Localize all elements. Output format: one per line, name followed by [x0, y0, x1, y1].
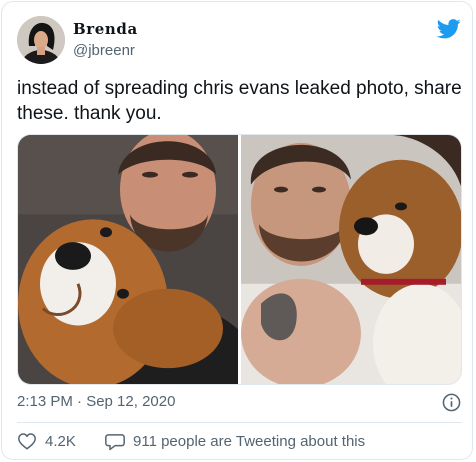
- conversation-text: 911 people are Tweeting about this: [133, 433, 366, 450]
- photo-left[interactable]: [18, 135, 238, 384]
- info-icon[interactable]: [442, 393, 461, 412]
- tweet-text: instead of spreading chris evans leaked …: [17, 78, 462, 124]
- twitter-bird-icon[interactable]: [437, 19, 461, 39]
- conversation-link[interactable]: 911 people are Tweeting about this: [105, 432, 365, 451]
- avatar[interactable]: [17, 16, 65, 64]
- avatar-photo: [17, 16, 65, 64]
- speech-bubble-icon: [105, 434, 125, 451]
- photo-right[interactable]: [241, 135, 462, 384]
- display-name[interactable]: Brenda: [73, 20, 138, 38]
- like-button[interactable]: 4.2K: [17, 432, 76, 450]
- heart-icon: [18, 433, 36, 450]
- user-handle[interactable]: @jbreenr: [73, 42, 135, 59]
- tweet-timestamp[interactable]: 2:13 PM · Sep 12, 2020: [17, 393, 175, 410]
- like-count: 4.2K: [45, 432, 76, 450]
- tweet-media[interactable]: [17, 134, 462, 385]
- tweet-card: Brenda @jbreenr instead of spreading chr…: [1, 1, 473, 460]
- divider: [17, 422, 462, 423]
